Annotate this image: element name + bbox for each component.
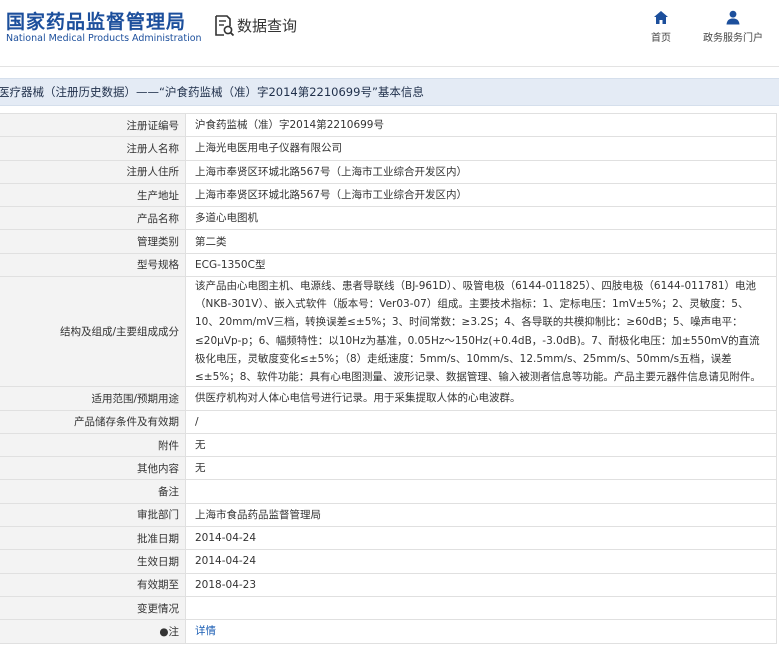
table-row: 变更情况 bbox=[0, 595, 777, 621]
row-label: 生产地址 bbox=[0, 182, 186, 208]
row-label: 其他内容 bbox=[0, 456, 186, 481]
row-value: 上海市奉贤区环城北路567号（上海市工业综合开发区内） bbox=[185, 159, 777, 184]
row-label: 结构及组成/主要组成成分 bbox=[0, 276, 186, 388]
row-value: 供医疗机构对人体心电信号进行记录。用于采集提取人体的心电波群。 bbox=[185, 386, 777, 411]
row-value: 2018-04-23 bbox=[185, 572, 777, 597]
table-row: 管理类别 第二类 bbox=[0, 229, 777, 254]
record-title: 医疗器械（注册历史数据）——“沪食药监械（准）字2014第2210699号”基本… bbox=[0, 85, 424, 99]
site-header: 国家药品监督管理局 National Medical Products Admi… bbox=[0, 0, 779, 67]
table-row: 生产地址 上海市奉贤区环城北路567号（上海市工业综合开发区内） bbox=[0, 182, 777, 208]
table-row: 审批部门 上海市食品药品监督管理局 bbox=[0, 502, 777, 528]
table-row: 适用范围/预期用途 供医疗机构对人体心电信号进行记录。用于采集提取人体的心电波群… bbox=[0, 386, 777, 411]
table-row: 结构及组成/主要组成成分 该产品由心电图主机、电源线、患者导联线（BJ-961D… bbox=[0, 276, 777, 388]
table-row: 备注 bbox=[0, 479, 777, 504]
nav-home[interactable]: 首页 bbox=[646, 10, 676, 44]
table-row: 批准日期 2014-04-24 bbox=[0, 526, 777, 551]
table-row: 型号规格 ECG-1350C型 bbox=[0, 252, 777, 278]
nav-service-portal[interactable]: 政务服务门户 bbox=[700, 10, 766, 44]
table-row: 有效期至 2018-04-23 bbox=[0, 572, 777, 597]
nav-home-label: 首页 bbox=[651, 33, 671, 44]
table-row: 生效日期 2014-04-24 bbox=[0, 549, 777, 574]
row-value: / bbox=[185, 409, 777, 434]
row-label: 批准日期 bbox=[0, 526, 186, 551]
note-label: ●注 bbox=[0, 619, 186, 644]
row-label: 备注 bbox=[0, 479, 186, 504]
row-label: 有效期至 bbox=[0, 572, 186, 597]
table-row: 注册人名称 上海光电医用电子仪器有限公司 bbox=[0, 136, 777, 161]
data-query-label[interactable]: 数据查询 bbox=[237, 15, 297, 36]
row-value: 上海市食品药品监督管理局 bbox=[185, 502, 777, 528]
row-value: 2014-04-24 bbox=[185, 549, 777, 574]
row-label: 产品储存条件及有效期 bbox=[0, 409, 186, 434]
row-value bbox=[185, 479, 777, 504]
home-icon bbox=[654, 11, 668, 24]
search-document-icon bbox=[215, 15, 235, 37]
row-label: 适用范围/预期用途 bbox=[0, 386, 186, 411]
table-row: 注册证编号 沪食药监械（准）字2014第2210699号 bbox=[0, 112, 777, 138]
row-value: ECG-1350C型 bbox=[185, 252, 777, 278]
table-row: 产品名称 多道心电图机 bbox=[0, 206, 777, 231]
row-value: 多道心电图机 bbox=[185, 206, 777, 231]
row-label: 变更情况 bbox=[0, 595, 186, 621]
row-label: 管理类别 bbox=[0, 229, 186, 254]
note-value: 详情 bbox=[185, 619, 777, 644]
note-row: ●注 详情 bbox=[0, 619, 777, 644]
row-label: 注册证编号 bbox=[0, 112, 186, 138]
row-label: 注册人名称 bbox=[0, 136, 186, 161]
row-label: 注册人住所 bbox=[0, 159, 186, 184]
table-row: 注册人住所 上海市奉贤区环城北路567号（上海市工业综合开发区内） bbox=[0, 159, 777, 184]
nav-service-label: 政务服务门户 bbox=[703, 33, 763, 44]
details-link[interactable]: 详情 bbox=[195, 625, 216, 637]
row-value: 上海光电医用电子仪器有限公司 bbox=[185, 136, 777, 161]
row-value: 2014-04-24 bbox=[185, 526, 777, 551]
row-value: 上海市奉贤区环城北路567号（上海市工业综合开发区内） bbox=[185, 182, 777, 208]
info-table: 注册证编号 沪食药监械（准）字2014第2210699号 注册人名称 上海光电医… bbox=[0, 112, 777, 644]
row-value: 无 bbox=[185, 432, 777, 458]
row-label: 生效日期 bbox=[0, 549, 186, 574]
row-value: 无 bbox=[185, 456, 777, 481]
row-value: 该产品由心电图主机、电源线、患者导联线（BJ-961D）、吸管电极（6144-0… bbox=[185, 276, 777, 388]
table-row: 其他内容 无 bbox=[0, 456, 777, 481]
user-icon bbox=[726, 10, 740, 25]
row-value: 第二类 bbox=[185, 229, 777, 254]
row-label: 产品名称 bbox=[0, 206, 186, 231]
table-row: 附件 无 bbox=[0, 432, 777, 458]
brand-title[interactable]: 国家药品监督管理局 bbox=[6, 7, 186, 34]
brand-subtitle: National Medical Products Administration bbox=[6, 33, 202, 44]
row-value bbox=[185, 595, 777, 621]
row-label: 型号规格 bbox=[0, 252, 186, 278]
record-title-bar: 医疗器械（注册历史数据）——“沪食药监械（准）字2014第2210699号”基本… bbox=[0, 78, 779, 106]
row-value: 沪食药监械（准）字2014第2210699号 bbox=[185, 112, 777, 138]
row-label: 附件 bbox=[0, 432, 186, 458]
table-row: 产品储存条件及有效期 / bbox=[0, 409, 777, 434]
row-label: 审批部门 bbox=[0, 502, 186, 528]
